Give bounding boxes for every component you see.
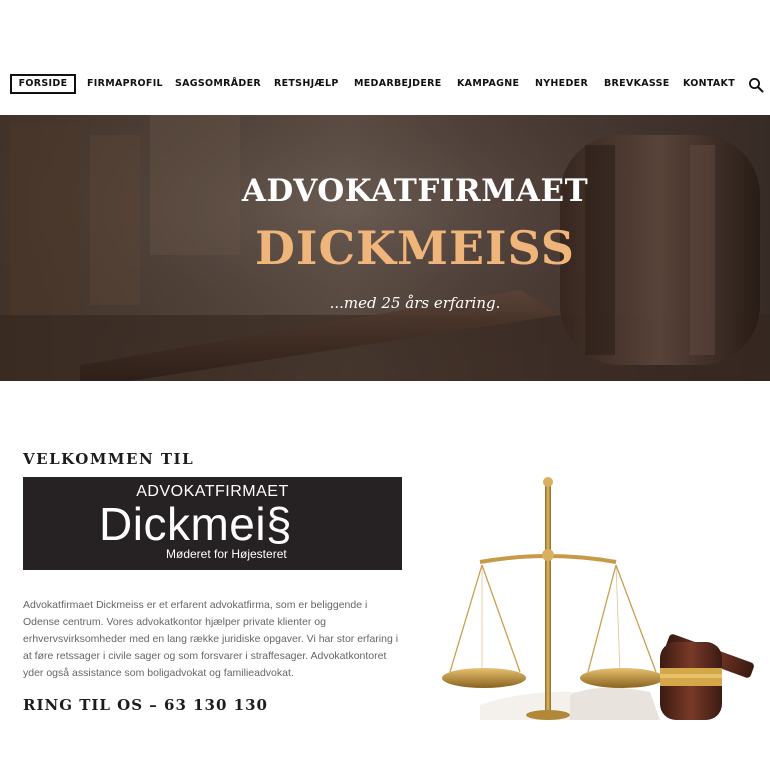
nav-item-medarbejdere[interactable]: MEDARBEJDERE	[354, 74, 442, 94]
nav-item-brevkasse[interactable]: BREVKASSE	[604, 74, 670, 94]
hero-banner: ADVOKATFIRMAET DICKMEISS ...med 25 års e…	[0, 115, 770, 381]
scales-of-justice-photo	[442, 477, 754, 720]
logo-main-text: Dickmei§	[99, 498, 293, 550]
nav-item-nyheder[interactable]: NYHEDER	[535, 74, 588, 94]
logo-tagline: Møderet for Højesteret	[166, 547, 287, 561]
nav-item-retshjaelp[interactable]: RETSHJÆLP	[274, 74, 339, 94]
welcome-heading: VELKOMMEN TIL	[23, 450, 195, 468]
nav-item-firmaprofil[interactable]: FIRMAPROFIL	[87, 74, 163, 94]
nav-item-kampagne[interactable]: KAMPAGNE	[457, 74, 519, 94]
nav-item-forside[interactable]: FORSIDE	[10, 74, 76, 94]
hero-subtitle: ...med 25 års erfaring.	[329, 294, 501, 312]
nav-item-kontakt[interactable]: KONTAKT	[683, 74, 735, 94]
main-nav: FORSIDE FIRMAPROFIL SAGSOMRÅDER RETSHJÆL…	[10, 74, 765, 94]
search-icon[interactable]	[748, 77, 764, 93]
intro-paragraph: Advokatfirmaet Dickmeiss er et erfarent …	[23, 599, 399, 679]
firm-logo: ADVOKATFIRMAET Dickmei§ Møderet for Høje…	[23, 477, 402, 570]
hero-title: ADVOKATFIRMAET	[241, 173, 589, 209]
hero-firm-name: DICKMEISS	[255, 221, 575, 275]
nav-item-sagsomraader[interactable]: SAGSOMRÅDER	[175, 74, 261, 94]
call-us-heading[interactable]: RING TIL OS – 63 130 130	[23, 696, 268, 714]
